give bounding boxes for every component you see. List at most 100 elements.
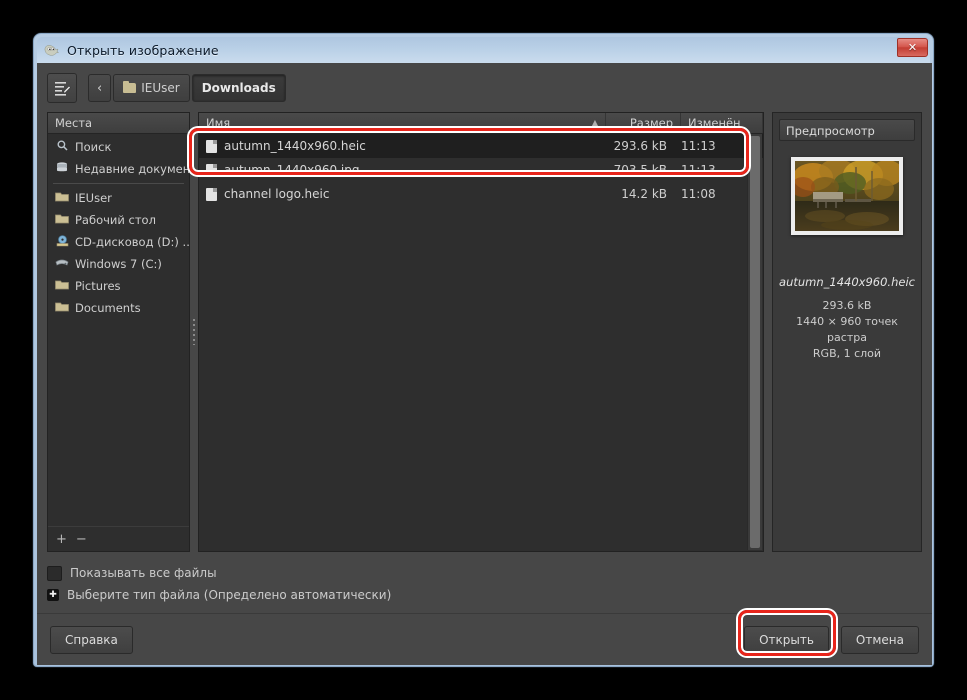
hard-drive-icon <box>55 258 69 271</box>
title-bar[interactable]: Открыть изображение ✕ <box>37 37 930 63</box>
options-area: Показывать все файлы ✚ Выберите тип файл… <box>47 562 922 606</box>
folder-icon <box>123 81 137 93</box>
sidebar-item-recent[interactable]: Недавние докумен... <box>48 158 189 180</box>
type-location-button[interactable] <box>47 73 77 103</box>
places-header: Места <box>48 113 189 134</box>
expander-icon[interactable]: ✚ <box>47 589 59 601</box>
file-name: autumn_1440x960.jpg <box>224 163 360 177</box>
add-place-button[interactable]: + <box>56 532 67 547</box>
sidebar-item-label: CD-дисковод (D:) ... <box>75 235 189 249</box>
column-header-modified[interactable]: Изменён <box>681 113 763 133</box>
file-name-cell: autumn_1440x960.heic <box>199 139 592 153</box>
breadcrumb-item-ieuser[interactable]: IEUser <box>113 74 190 102</box>
sidebar-item-label: Documents <box>75 301 141 315</box>
screen: Открыть изображение ✕ ‹ IEUser Downloads… <box>0 0 967 700</box>
splitter-grip-icon <box>193 319 195 345</box>
close-icon: ✕ <box>907 41 918 54</box>
places-sidebar: Места Поиск Недавние докумен... IEUser Р… <box>47 112 190 552</box>
scrollbar-thumb[interactable] <box>750 136 760 548</box>
preview-thumbnail-frame <box>791 157 903 235</box>
table-row[interactable]: channel logo.heic 14.2 kB 11:08 <box>199 182 763 206</box>
file-name: autumn_1440x960.heic <box>224 139 366 153</box>
sidebar-item-label: Рабочий стол <box>75 213 156 227</box>
places-footer: + − <box>48 526 189 551</box>
show-all-files-label: Показывать все файлы <box>70 566 217 580</box>
sidebar-item-pictures[interactable]: Pictures <box>48 275 189 297</box>
divider <box>53 183 184 184</box>
table-row[interactable]: autumn_1440x960.jpg 703.5 kB 11:13 <box>199 158 763 182</box>
preview-dimensions: 1440 × 960 точек растра <box>796 314 898 344</box>
file-name-cell: channel logo.heic <box>199 187 592 201</box>
column-label: Изменён <box>688 116 741 130</box>
help-button[interactable]: Справка <box>50 625 133 654</box>
wilber-icon <box>44 44 60 56</box>
column-header-size[interactable]: Размер <box>606 113 681 133</box>
sidebar-item-ieuser[interactable]: IEUser <box>48 187 189 209</box>
preview-colormode: RGB, 1 слой <box>812 346 882 360</box>
file-name-cell: autumn_1440x960.jpg <box>199 163 592 177</box>
sidebar-item-documents[interactable]: Documents <box>48 297 189 319</box>
column-label: Имя <box>206 116 231 130</box>
open-image-dialog: Открыть изображение ✕ ‹ IEUser Downloads… <box>33 33 934 667</box>
places-list: Поиск Недавние докумен... IEUser Рабочий… <box>48 134 189 526</box>
preview-header: Предпросмотр <box>779 119 915 141</box>
action-bar: Справка Открыть Отмена <box>37 613 932 665</box>
preview-pane: Предпросмотр autumn_1440x960.heic 293.6 … <box>772 112 922 552</box>
file-list: Имя ▲ Размер Изменён autumn_1440x960.hei… <box>198 112 764 552</box>
select-file-type-row[interactable]: ✚ Выберите тип файла (Определено автомат… <box>47 584 922 606</box>
preview-filesize: 293.6 kB <box>822 298 872 312</box>
file-size: 703.5 kB <box>613 163 667 177</box>
cancel-button[interactable]: Отмена <box>840 625 919 654</box>
sidebar-splitter[interactable] <box>190 112 198 552</box>
file-icon <box>206 163 217 177</box>
path-bar: ‹ IEUser Downloads <box>47 73 922 103</box>
preview-filename: autumn_1440x960.heic <box>779 275 915 289</box>
file-list-header: Имя ▲ Размер Изменён <box>199 113 763 134</box>
sidebar-item-label: IEUser <box>75 191 112 205</box>
file-size: 14.2 kB <box>621 187 667 201</box>
sidebar-item-desktop[interactable]: Рабочий стол <box>48 209 189 231</box>
sort-ascending-icon: ▲ <box>591 118 598 127</box>
file-rows: autumn_1440x960.heic 293.6 kB 11:13 autu… <box>199 134 763 551</box>
sidebar-item-label: Pictures <box>75 279 121 293</box>
folder-icon <box>55 301 69 315</box>
recent-documents-icon <box>55 162 69 176</box>
file-icon <box>206 187 217 201</box>
file-name: channel logo.heic <box>224 187 330 201</box>
file-size: 293.6 kB <box>613 139 667 153</box>
preview-thumbnail-image <box>795 161 899 231</box>
sidebar-item-search[interactable]: Поиск <box>48 136 189 158</box>
dialog-content: ‹ IEUser Downloads Места Поиск Недавние … <box>37 63 932 665</box>
table-row[interactable]: autumn_1440x960.heic 293.6 kB 11:13 <box>199 134 763 158</box>
folder-icon <box>55 191 69 205</box>
search-icon <box>55 140 69 154</box>
breadcrumb-label: IEUser <box>141 81 180 95</box>
sidebar-item-label: Поиск <box>75 140 112 154</box>
show-all-files-checkbox[interactable] <box>47 565 62 581</box>
cd-drive-icon <box>55 234 69 250</box>
show-all-files-row[interactable]: Показывать все файлы <box>47 562 922 584</box>
expander-glyph: ✚ <box>49 589 57 600</box>
open-button[interactable]: Открыть <box>744 625 829 654</box>
close-button[interactable]: ✕ <box>897 38 928 57</box>
sidebar-item-windows-c[interactable]: Windows 7 (C:) <box>48 253 189 275</box>
breadcrumb-item-downloads[interactable]: Downloads <box>191 74 286 102</box>
sidebar-item-label: Недавние докумен... <box>75 162 189 176</box>
preview-metadata: 293.6 kB 1440 × 960 точек растра RGB, 1 … <box>779 298 915 362</box>
chevron-left-icon: ‹ <box>97 80 103 96</box>
breadcrumb-back-button[interactable]: ‹ <box>88 74 112 102</box>
column-header-name[interactable]: Имя ▲ <box>199 113 606 133</box>
main-area: Места Поиск Недавние докумен... IEUser Р… <box>47 112 922 552</box>
sidebar-item-cd-drive[interactable]: CD-дисковод (D:) ... <box>48 231 189 253</box>
file-list-scrollbar[interactable] <box>747 134 762 550</box>
column-label: Размер <box>629 116 673 130</box>
select-file-type-label: Выберите тип файла (Определено автоматич… <box>67 588 392 602</box>
sidebar-item-label: Windows 7 (C:) <box>75 257 162 271</box>
file-icon <box>206 139 217 153</box>
breadcrumb: ‹ IEUser Downloads <box>88 74 288 102</box>
remove-place-button[interactable]: − <box>76 532 87 547</box>
type-location-icon <box>54 81 71 96</box>
folder-icon <box>55 279 69 293</box>
breadcrumb-label: Downloads <box>201 81 276 95</box>
folder-icon <box>55 213 69 227</box>
